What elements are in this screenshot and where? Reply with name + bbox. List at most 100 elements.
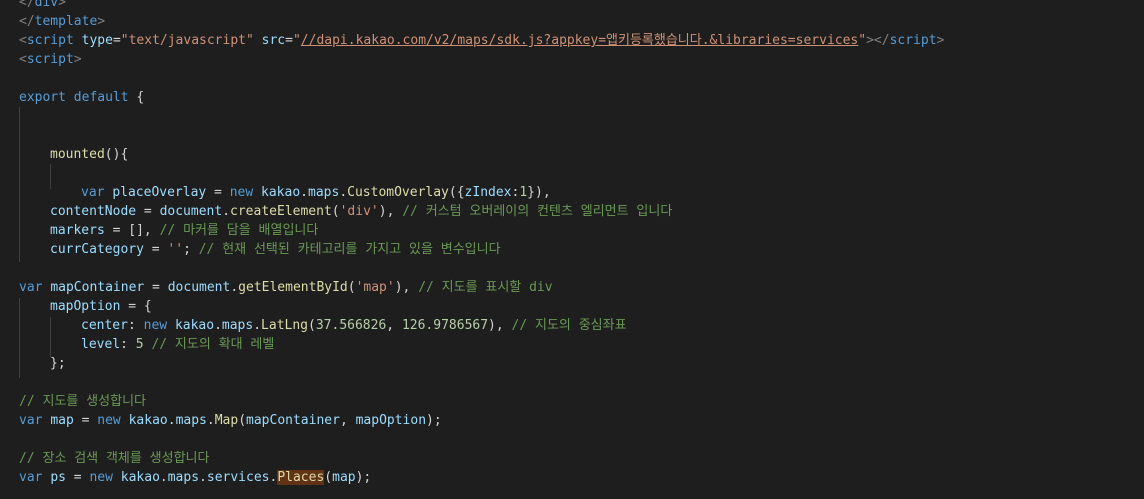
punctuation: }; bbox=[50, 356, 66, 371]
code-line-4[interactable]: <script> bbox=[19, 50, 82, 69]
function-name: CustomOverlay bbox=[347, 185, 449, 200]
function-name: Map bbox=[214, 413, 239, 428]
indent-guide bbox=[19, 107, 20, 262]
punctuation: . bbox=[230, 280, 239, 295]
indent-guide bbox=[50, 164, 51, 189]
punctuation: ), bbox=[488, 318, 512, 333]
punctuation: ({ bbox=[448, 185, 465, 200]
punctuation: = bbox=[285, 33, 293, 48]
variable: currCategory bbox=[50, 242, 144, 257]
keyword: export bbox=[19, 90, 66, 105]
punctuation: ); bbox=[426, 413, 442, 428]
comment: // 지도를 표시할 div bbox=[418, 280, 553, 295]
punctuation: = bbox=[112, 33, 121, 48]
tag-bracket: < bbox=[19, 33, 27, 48]
code-line-22[interactable]: // 지도를 생성합니다 bbox=[19, 392, 146, 411]
code-editor[interactable]: </div> </template> <script type="text/ja… bbox=[0, 0, 1144, 499]
punctuation: = bbox=[143, 242, 168, 257]
comment: // 지도를 생성합니다 bbox=[19, 394, 146, 409]
string-literal: '' bbox=[167, 242, 184, 257]
string-quote: " bbox=[858, 33, 867, 48]
punctuation: . bbox=[339, 185, 348, 200]
punctuation: . bbox=[300, 185, 308, 200]
punctuation: ( bbox=[347, 280, 356, 295]
variable: mapOption bbox=[50, 299, 121, 314]
variable: placeOverlay bbox=[112, 185, 207, 200]
variable: kakao bbox=[261, 185, 301, 200]
property: zIndex bbox=[464, 185, 512, 200]
punctuation: . bbox=[253, 318, 262, 333]
attribute-name: type bbox=[81, 33, 113, 48]
code-line-19[interactable]: level: 5 // 지도의 확대 레벨 bbox=[81, 335, 274, 354]
punctuation: ( bbox=[324, 470, 333, 485]
code-line-16[interactable]: var mapContainer = document.getElementBy… bbox=[19, 278, 553, 297]
keyword: var bbox=[19, 413, 43, 428]
punctuation: ), bbox=[394, 280, 419, 295]
comment: // 지도의 중심좌표 bbox=[511, 318, 627, 333]
sdk-url-link[interactable]: //dapi.kakao.com/v2/maps/sdk.js?appkey=앱… bbox=[301, 33, 858, 48]
code-line-23[interactable]: var map = new kakao.maps.Map(mapContaine… bbox=[19, 411, 442, 430]
keyword: var bbox=[81, 185, 105, 200]
punctuation: { bbox=[128, 90, 145, 105]
code-line-12[interactable]: contentNode = document.createElement('di… bbox=[50, 202, 672, 221]
code-line-2[interactable]: </template> bbox=[19, 12, 105, 31]
code-line-3[interactable]: <script type="text/javascript" src="//da… bbox=[19, 31, 944, 50]
variable: kakao bbox=[174, 318, 215, 333]
tag-name: script bbox=[26, 52, 74, 67]
property: maps bbox=[221, 318, 254, 333]
indent-guide bbox=[19, 298, 20, 378]
code-line-26[interactable]: var ps = new kakao.maps.services.Places(… bbox=[19, 468, 371, 487]
keyword: var bbox=[19, 470, 43, 485]
variable: mapContainer bbox=[50, 280, 145, 295]
tag-bracket: > bbox=[97, 14, 106, 29]
code-line-14[interactable]: currCategory = ''; // 현재 선택된 카테고리를 가지고 있… bbox=[50, 240, 501, 259]
keyword: var bbox=[19, 280, 43, 295]
tag-bracket: > bbox=[73, 52, 82, 67]
code-line-9[interactable]: mounted(){ bbox=[50, 145, 128, 164]
code-line-11[interactable]: var placeOverlay = new kakao.maps.Custom… bbox=[81, 183, 551, 202]
punctuation: ( bbox=[238, 413, 247, 428]
indent-guide bbox=[50, 317, 51, 357]
keyword: new bbox=[89, 470, 113, 485]
code-line-17[interactable]: mapOption = { bbox=[50, 297, 152, 316]
punctuation: }), bbox=[527, 185, 551, 200]
string-literal: "text/javascript" bbox=[120, 33, 254, 48]
function-name: LatLng bbox=[261, 318, 309, 333]
variable: document bbox=[167, 280, 231, 295]
tag-bracket: < bbox=[19, 52, 27, 67]
code-line-20[interactable]: }; bbox=[50, 354, 66, 373]
code-line-25[interactable]: // 장소 검색 객체를 생성합니다 bbox=[19, 449, 209, 468]
punctuation: . bbox=[159, 470, 168, 485]
keyword: new bbox=[97, 413, 121, 428]
code-line-18[interactable]: center: new kakao.maps.LatLng(37.566826,… bbox=[81, 316, 627, 335]
punctuation: (){ bbox=[104, 147, 129, 162]
punctuation: = bbox=[206, 185, 230, 200]
code-line-1[interactable]: </div> bbox=[19, 0, 66, 12]
punctuation: ( bbox=[308, 318, 316, 333]
punctuation: . bbox=[222, 204, 231, 219]
punctuation: , bbox=[339, 413, 356, 428]
property: maps bbox=[308, 185, 340, 200]
punctuation: = { bbox=[120, 299, 152, 314]
variable: map bbox=[332, 470, 356, 485]
tag-bracket: ></ bbox=[866, 33, 890, 48]
code-line-6[interactable]: export default { bbox=[19, 88, 144, 107]
tag-bracket: </ bbox=[19, 14, 35, 29]
string-quote: " bbox=[292, 33, 301, 48]
function-name: createElement bbox=[230, 204, 332, 219]
comment: // 마커를 담을 배열입니다 bbox=[159, 223, 319, 238]
highlighted-symbol[interactable]: Places bbox=[277, 470, 325, 485]
punctuation: . bbox=[214, 318, 222, 333]
variable: markers bbox=[50, 223, 105, 238]
variable: ps bbox=[50, 470, 66, 485]
punctuation: . bbox=[199, 470, 207, 485]
variable: kakao bbox=[120, 470, 160, 485]
code-line-13[interactable]: markers = [], // 마커를 담을 배열입니다 bbox=[50, 221, 318, 240]
punctuation: = [], bbox=[104, 223, 160, 238]
tag-name: script bbox=[889, 33, 937, 48]
